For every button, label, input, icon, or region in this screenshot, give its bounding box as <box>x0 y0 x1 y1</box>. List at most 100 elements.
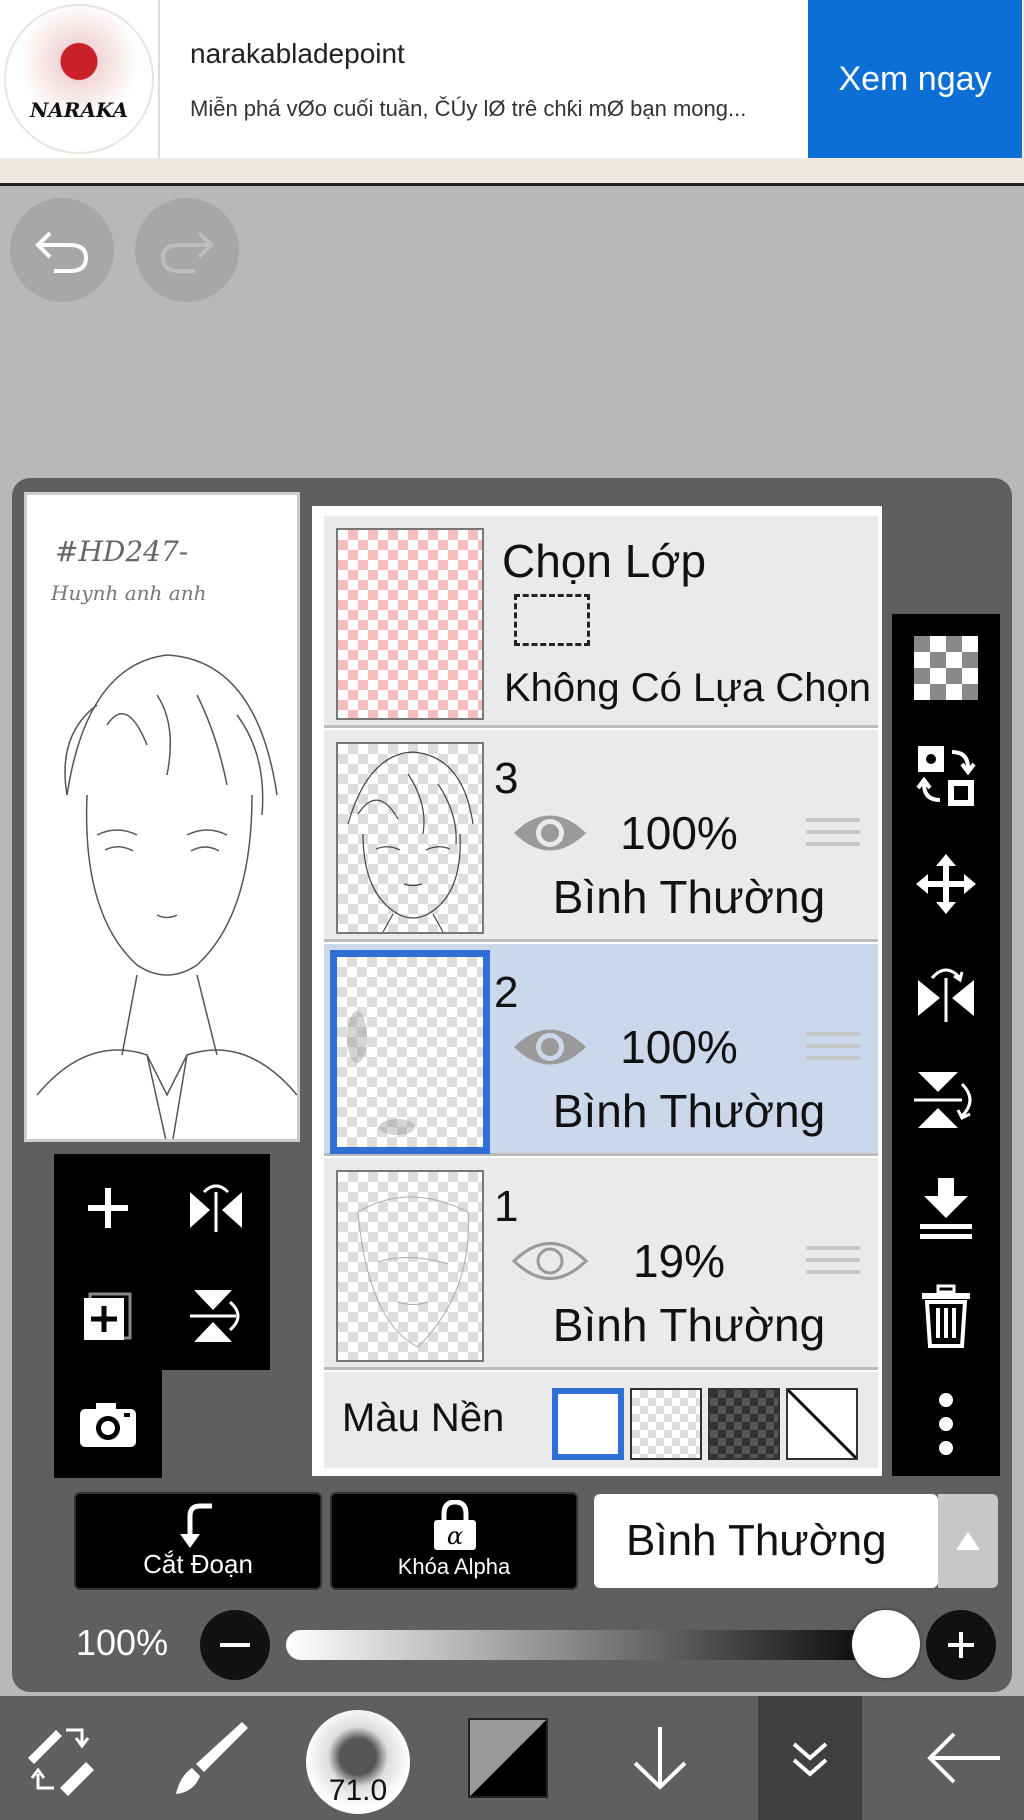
bottom-toolbar: 71.0 <box>0 1696 1024 1820</box>
bg-checker-light-swatch[interactable] <box>630 1388 702 1460</box>
layer-3-sketch <box>347 751 474 933</box>
opacity-value: 100% <box>76 1622 169 1663</box>
flip-layer-icon <box>190 1184 242 1232</box>
color-swatch-button[interactable] <box>468 1718 548 1798</box>
layer-1-number: 1 <box>494 1182 519 1231</box>
add-layer-icon <box>88 1188 128 1228</box>
canvas-preview[interactable]: #HD247- Huynh anh anh <box>24 492 300 1142</box>
opacity-increase-button[interactable] <box>926 1610 996 1680</box>
flip-horizontal-icon <box>918 968 974 1022</box>
layer-2-shading <box>347 1011 415 1135</box>
layer-row-1[interactable]: 1 19% Bình Thường <box>324 1158 878 1370</box>
layer-tools-right <box>892 614 1000 1476</box>
layer-1-sketch <box>357 1196 469 1348</box>
lock-icon: α <box>434 1500 476 1550</box>
more-options-button[interactable] <box>892 1370 1000 1478</box>
rotate-layer-icon <box>190 1290 240 1342</box>
layer-1-blend-mode[interactable]: Bình Thường <box>499 1298 879 1352</box>
flip-layer-button[interactable] <box>162 1154 270 1262</box>
move-button[interactable] <box>892 830 1000 938</box>
blend-mode-select[interactable]: Bình Thường <box>594 1494 938 1588</box>
bg-white-swatch[interactable] <box>552 1388 624 1460</box>
drag-handle-icon[interactable] <box>806 1246 860 1286</box>
rotate-layer-button[interactable] <box>162 1262 270 1370</box>
blend-mode-dropdown-button[interactable] <box>938 1494 998 1588</box>
merge-down-button[interactable] <box>892 1154 1000 1262</box>
layer-3-blend-mode[interactable]: Bình Thường <box>499 870 879 924</box>
ad-content[interactable]: NARAKA narakabladepoint Miễn phá vØo cuố… <box>0 0 1022 158</box>
brush-icon <box>176 1722 248 1794</box>
selection-layer-title: Chọn Lớp <box>502 535 707 587</box>
layer-3-number: 3 <box>494 754 519 803</box>
transparency-button[interactable] <box>892 614 1000 722</box>
alpha-lock-label: Khóa Alpha <box>397 1554 511 1579</box>
move-icon <box>916 854 976 914</box>
visibility-eye-icon[interactable] <box>512 1022 588 1072</box>
visibility-eye-off-icon[interactable] <box>512 1236 588 1286</box>
layer-3-thumbnail <box>336 742 484 934</box>
opacity-slider-thumb[interactable] <box>852 1610 920 1678</box>
ad-logo-image: NARAKA <box>4 4 154 154</box>
ad-description: Miễn phá vØo cuối tuần, ČÚy lØ trê chƙi … <box>190 96 747 121</box>
brush-tool-button[interactable] <box>150 1696 270 1820</box>
ad-banner[interactable]: NARAKA narakabladepoint Miễn phá vØo cuố… <box>0 0 1024 186</box>
transfer-icon <box>916 746 976 806</box>
bg-checker-dark-swatch[interactable] <box>708 1388 780 1460</box>
duplicate-layer-icon <box>84 1292 132 1340</box>
undo-icon <box>35 231 89 273</box>
selection-status: Không Có Lựa Chọn <box>504 666 872 710</box>
clipping-icon <box>180 1503 212 1548</box>
brush-size-button[interactable]: 71.0 <box>306 1710 410 1814</box>
merge-down-icon <box>920 1178 972 1239</box>
layers-list: Chọn Lớp Không Có Lựa Chọn 3 100% Bình T… <box>312 506 882 1476</box>
layer-3-opacity[interactable]: 100% <box>604 806 754 860</box>
selection-layer[interactable]: Chọn Lớp Không Có Lựa Chọn <box>324 516 878 728</box>
ad-logo: NARAKA <box>0 0 160 158</box>
trash-icon <box>922 1284 970 1348</box>
drag-handle-icon[interactable] <box>806 818 860 858</box>
layer-2-opacity[interactable]: 100% <box>604 1020 754 1074</box>
alpha-lock-button[interactable]: α Khóa Alpha <box>330 1492 578 1590</box>
transfer-button[interactable] <box>892 722 1000 830</box>
tool-switch-button[interactable] <box>0 1696 120 1820</box>
bg-none-swatch[interactable] <box>786 1388 858 1460</box>
duplicate-layer-button[interactable] <box>54 1262 162 1370</box>
back-button[interactable] <box>904 1696 1024 1820</box>
plus-icon <box>948 1632 974 1658</box>
flip-vertical-icon <box>914 1072 972 1128</box>
flip-vertical-button[interactable] <box>892 1046 1000 1154</box>
opacity-decrease-button[interactable] <box>200 1610 270 1680</box>
redo-button[interactable] <box>135 198 239 302</box>
layer-2-number: 2 <box>494 968 519 1017</box>
layer-row-2[interactable]: 2 100% Bình Thường <box>324 944 878 1156</box>
layer-down-button[interactable] <box>600 1696 720 1820</box>
undo-button[interactable] <box>10 198 114 302</box>
background-color-row: Màu Nền <box>324 1372 878 1468</box>
ad-cta-button[interactable]: Xem ngay <box>808 0 1022 158</box>
arrow-left-icon <box>927 1732 1000 1784</box>
layer-2-thumbnail <box>330 950 490 1154</box>
layer-1-opacity[interactable]: 19% <box>604 1234 754 1288</box>
opacity-slider-track[interactable] <box>286 1630 896 1660</box>
layer-tools-left <box>54 1154 270 1370</box>
visibility-eye-icon[interactable] <box>512 808 588 858</box>
layers-panel-button[interactable] <box>758 1696 862 1820</box>
more-icon <box>939 1393 953 1455</box>
layer-1-thumbnail <box>336 1170 484 1362</box>
add-layer-button[interactable] <box>54 1154 162 1262</box>
clipping-label: Cắt Đoạn <box>143 1549 253 1579</box>
redo-icon <box>160 231 214 273</box>
layer-2-blend-mode[interactable]: Bình Thường <box>499 1084 879 1138</box>
selection-marquee-icon <box>514 594 590 646</box>
minus-icon <box>220 1643 250 1647</box>
layer-row-3[interactable]: 3 100% Bình Thường <box>324 730 878 942</box>
transparency-icon <box>914 636 978 700</box>
drag-handle-icon[interactable] <box>806 1032 860 1072</box>
layer-tools-left-bottom <box>54 1370 162 1478</box>
svg-text:α: α <box>447 1522 463 1550</box>
delete-layer-button[interactable] <box>892 1262 1000 1370</box>
clipping-button[interactable]: Cắt Đoạn <box>74 1492 322 1590</box>
camera-button[interactable] <box>54 1370 162 1478</box>
ad-logo-text: NARAKA <box>29 98 129 122</box>
flip-horizontal-button[interactable] <box>892 938 1000 1046</box>
